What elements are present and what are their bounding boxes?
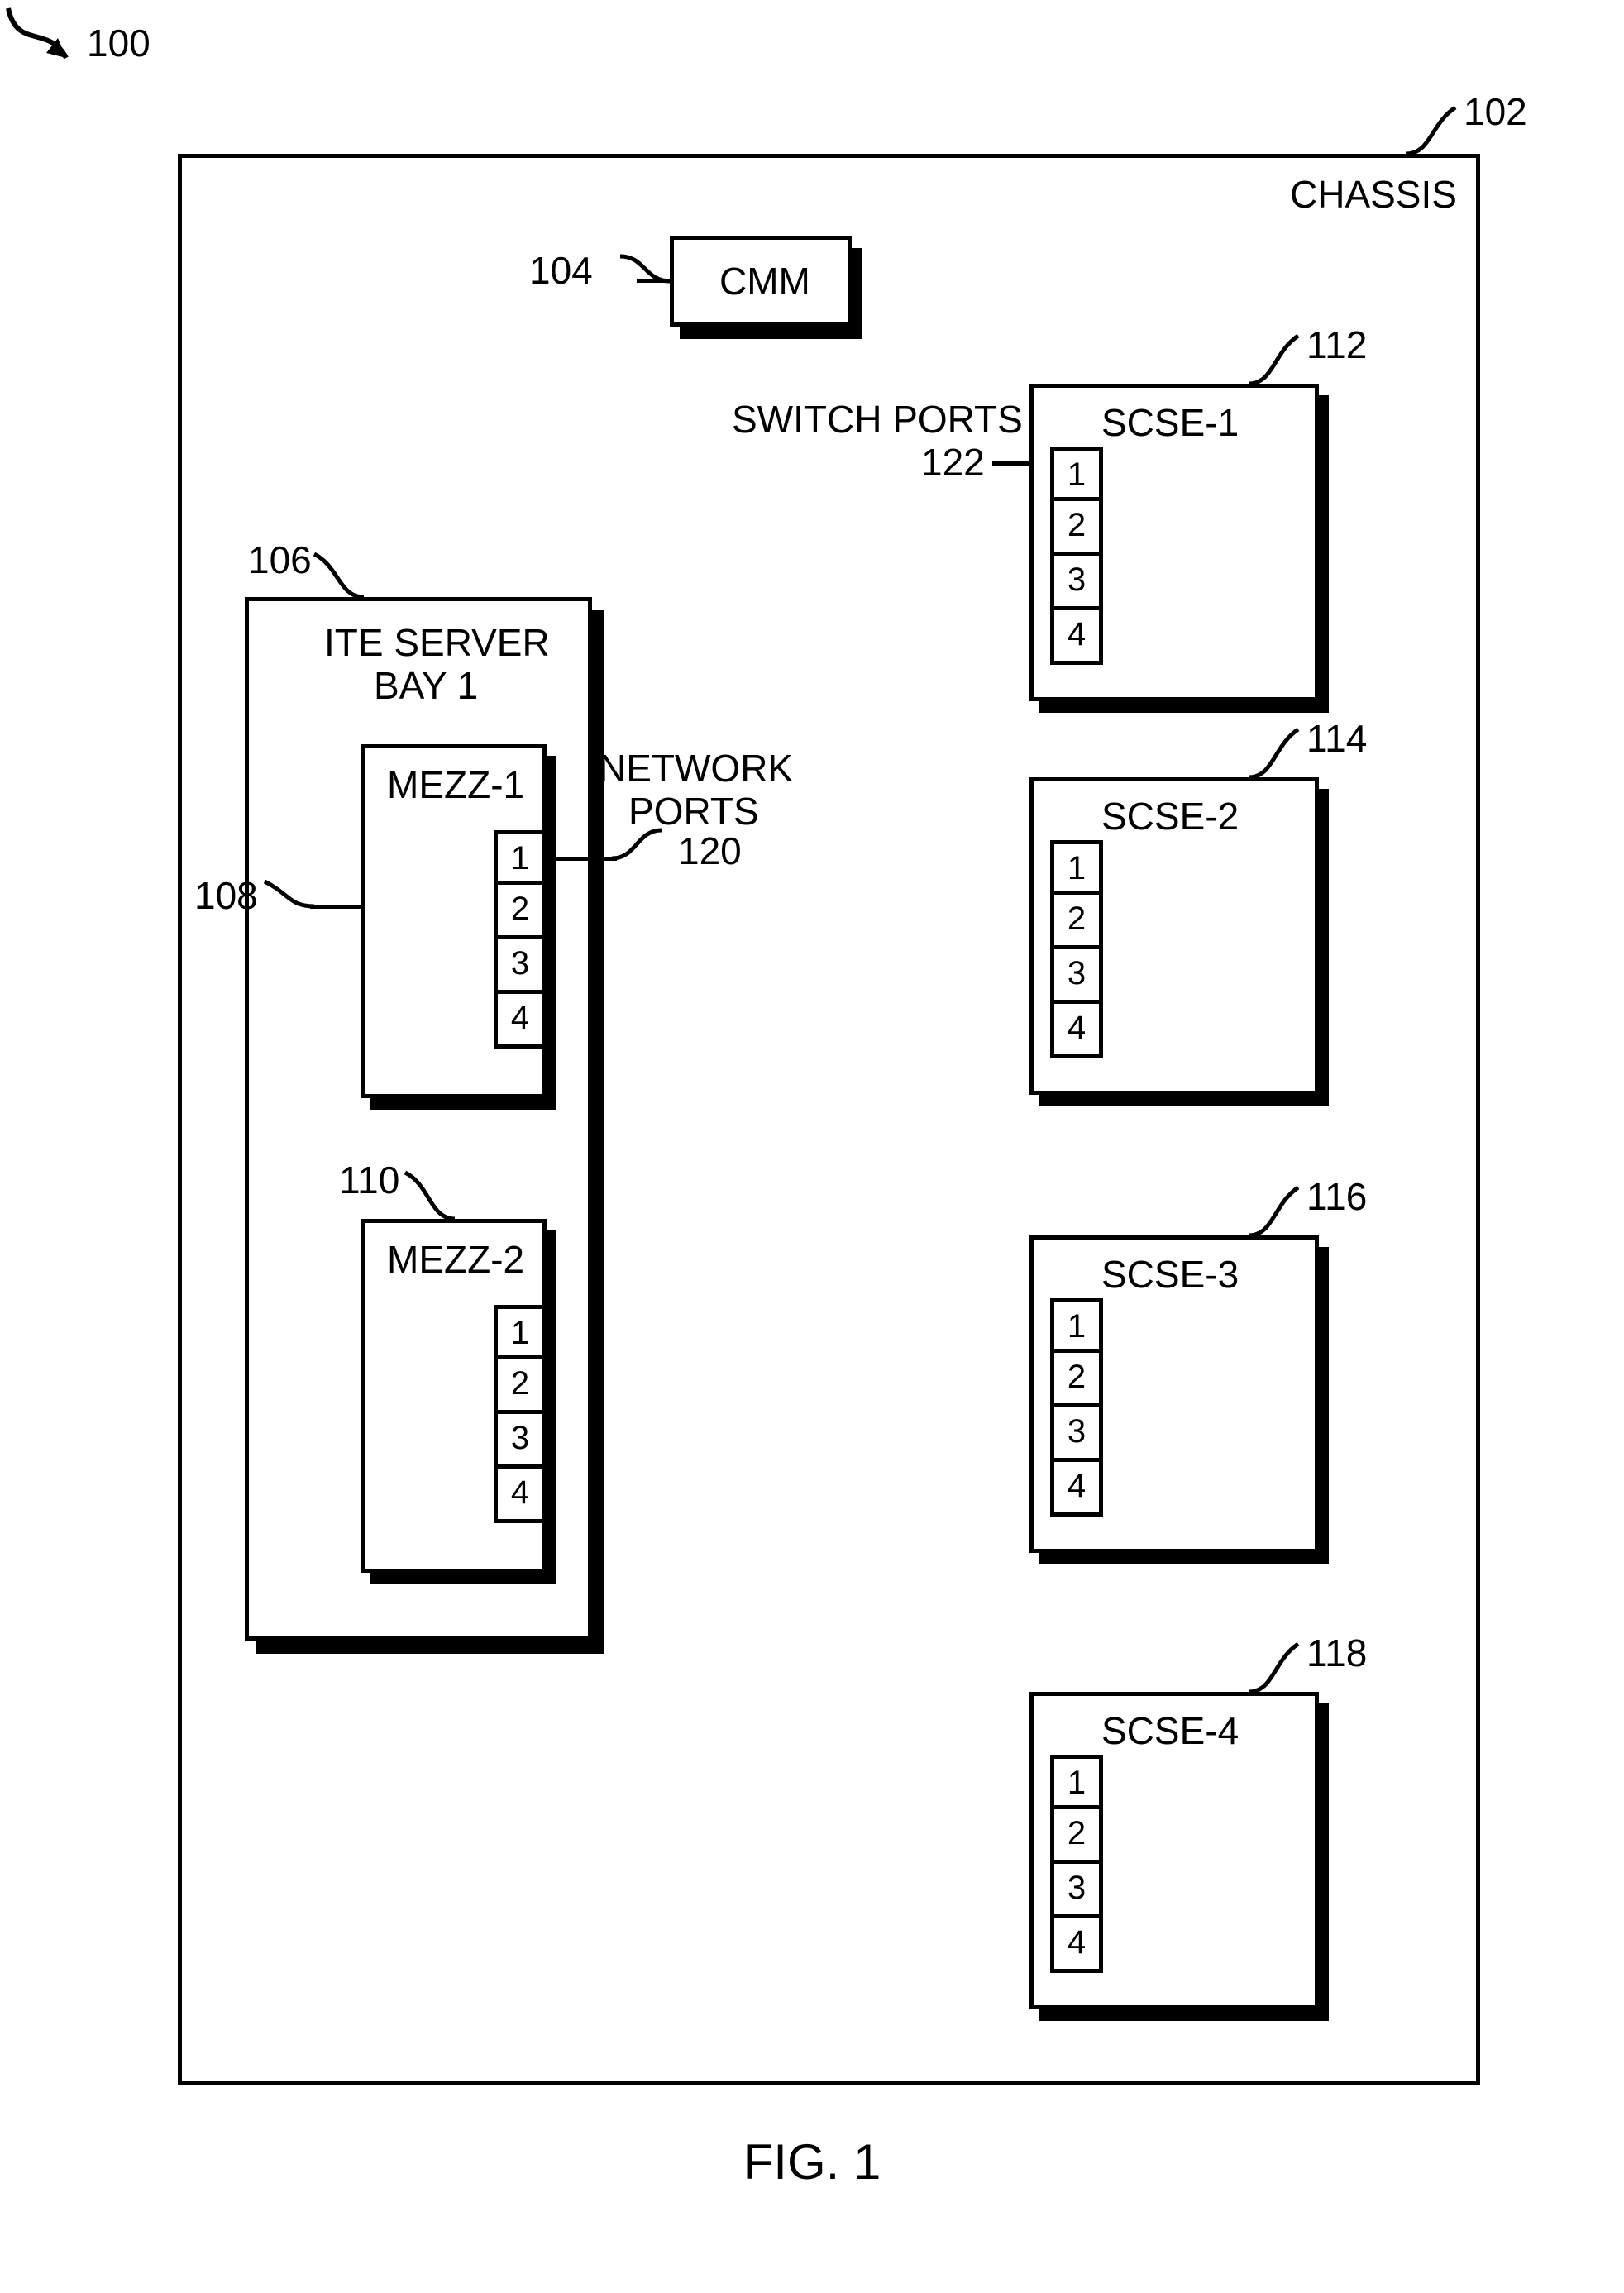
hook-110 (405, 1173, 471, 1222)
ref-110: 110 (339, 1158, 399, 1202)
scse4-port-4: 4 (1050, 1918, 1103, 1973)
mezz2-port-3: 3 (494, 1414, 547, 1469)
scse1-ports: 1 2 3 4 (1050, 447, 1103, 665)
scse2-ports: 1 2 3 4 (1050, 840, 1103, 1058)
scse1-label: SCSE-1 (1101, 400, 1239, 445)
ref-112: 112 (1306, 322, 1367, 367)
scse1-port-4: 4 (1050, 610, 1103, 665)
arrow-100 (0, 0, 99, 99)
diagram-stage: 100 CHASSIS 102 CMM 104 ITE SERVER BAY 1… (0, 0, 1624, 2293)
scse4-port-1: 1 (1050, 1755, 1103, 1809)
ref-108: 108 (194, 873, 258, 918)
ref-122: 122 (921, 440, 985, 485)
mezz1-port-2: 2 (494, 885, 547, 939)
scse4-port-2: 2 (1050, 1809, 1103, 1864)
scse1-port-3: 3 (1050, 556, 1103, 610)
scse4-ports: 1 2 3 4 (1050, 1755, 1103, 1973)
ite-label-l2: BAY 1 (374, 663, 478, 708)
ref-106: 106 (248, 537, 312, 582)
mezz2-port-2: 2 (494, 1359, 547, 1414)
mezz1-label: MEZZ-1 (387, 762, 524, 807)
switch-ports-label: SWITCH PORTS (732, 397, 1023, 442)
mezz1-port-3: 3 (494, 939, 547, 994)
scse2-port-2: 2 (1050, 895, 1103, 949)
scse2-port-3: 3 (1050, 949, 1103, 1004)
hook-106 (314, 554, 380, 604)
mezz1-port-1: 1 (494, 830, 547, 885)
ref-116: 116 (1306, 1174, 1367, 1219)
scse2-label: SCSE-2 (1101, 794, 1239, 838)
mezz2-label: MEZZ-2 (387, 1237, 524, 1282)
scse3-port-2: 2 (1050, 1353, 1103, 1407)
scse2-port-1: 1 (1050, 840, 1103, 895)
scse4-label: SCSE-4 (1101, 1708, 1239, 1753)
scse3-label: SCSE-3 (1101, 1252, 1239, 1297)
scse3-port-4: 4 (1050, 1462, 1103, 1517)
ref-120: 120 (678, 829, 742, 873)
mezz1-port-4: 4 (494, 994, 547, 1049)
mezz2-port-4: 4 (494, 1469, 547, 1523)
leader-120 (546, 857, 617, 861)
ref-114: 114 (1306, 716, 1367, 761)
leader-108 (310, 905, 361, 909)
scse3-ports: 1 2 3 4 (1050, 1298, 1103, 1517)
chassis-label: CHASSIS (1290, 172, 1457, 217)
ref-102: 102 (1464, 89, 1527, 134)
mezz2-ports: 1 2 3 4 (494, 1305, 547, 1523)
figure-caption: FIG. 1 (0, 2133, 1624, 2190)
scse1-port-2: 2 (1050, 501, 1103, 556)
ref-104: 104 (529, 248, 593, 293)
mezz2-port-1: 1 (494, 1305, 547, 1359)
ite-label-l1: ITE SERVER (324, 620, 550, 665)
scse3-port-3: 3 (1050, 1407, 1103, 1462)
ref-100: 100 (87, 21, 150, 65)
scse1-port-1: 1 (1050, 447, 1103, 501)
mezz1-ports: 1 2 3 4 (494, 830, 547, 1049)
scse3-port-1: 1 (1050, 1298, 1103, 1353)
network-ports-l2: PORTS (628, 789, 759, 834)
cmm-label: CMM (719, 259, 810, 303)
leader-104 (637, 279, 671, 283)
scse2-port-4: 4 (1050, 1004, 1103, 1058)
hook-120 (612, 830, 678, 880)
ref-118: 118 (1306, 1631, 1367, 1675)
network-ports-l1: NETWORK (599, 746, 793, 791)
scse4-port-3: 3 (1050, 1864, 1103, 1918)
